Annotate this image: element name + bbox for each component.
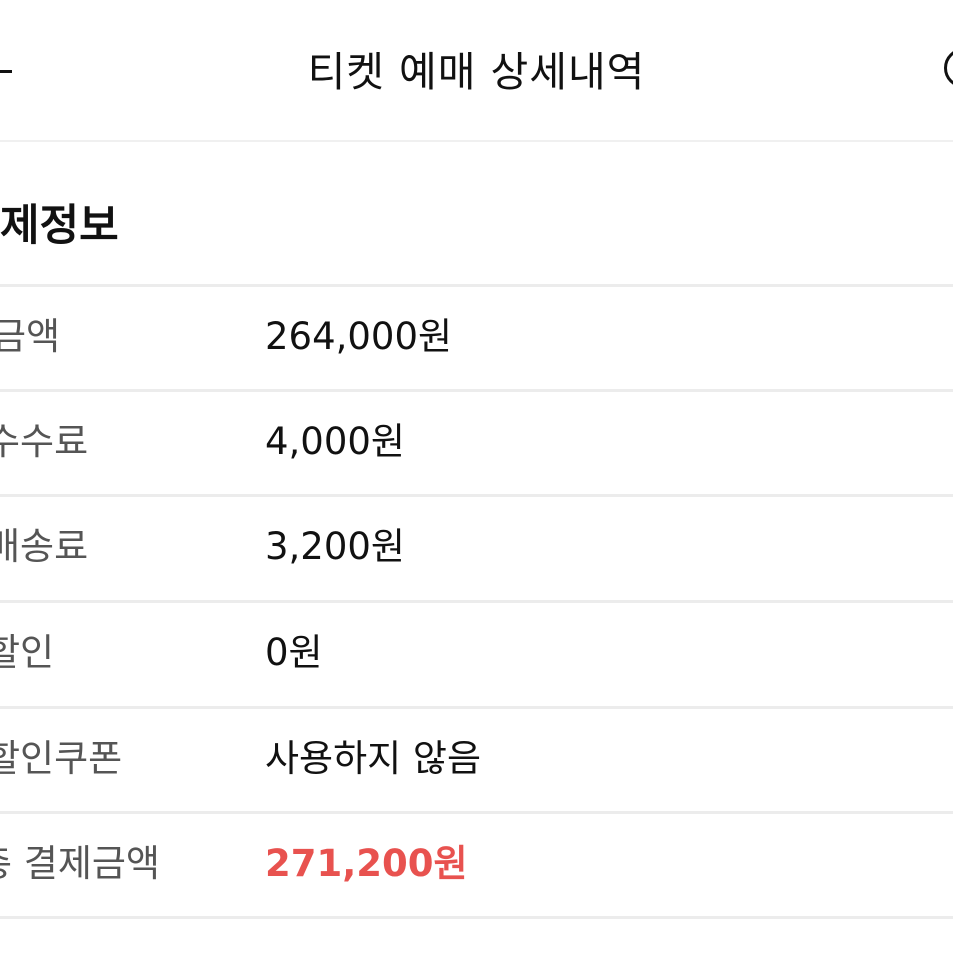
section-title-payment-info: 제정보: [0, 201, 119, 251]
row-label: 배송료: [0, 525, 89, 568]
total-amount-value: 271,200원: [265, 842, 468, 885]
payment-row-shipping: 배송료 3,200원: [0, 494, 953, 599]
payment-row-amount: 금액 264,000원: [0, 284, 953, 389]
row-value: 0원: [265, 631, 323, 674]
app-header: 티켓 예매 상세내역: [0, 0, 953, 142]
row-value: 264,000원: [265, 315, 453, 358]
row-label: 수수료: [0, 420, 89, 463]
payment-row-coupon: 할인쿠폰 사용하지 않음: [0, 706, 953, 811]
row-label: 할인: [0, 631, 55, 674]
payment-row-total: 총 결제금액 271,200원: [0, 811, 953, 916]
row-label: 할인쿠폰: [0, 737, 123, 780]
row-value: 3,200원: [265, 525, 405, 568]
row-label: 금액: [0, 315, 61, 358]
row-value: 사용하지 않음: [265, 737, 482, 780]
row-label: 총 결제금액: [0, 842, 160, 885]
bottom-divider: [0, 916, 953, 919]
payment-row-discount: 할인 0원: [0, 600, 953, 705]
row-value: 4,000원: [265, 420, 405, 463]
page-title: 티켓 예매 상세내역: [307, 48, 646, 96]
payment-row-fee: 수수료 4,000원: [0, 389, 953, 494]
